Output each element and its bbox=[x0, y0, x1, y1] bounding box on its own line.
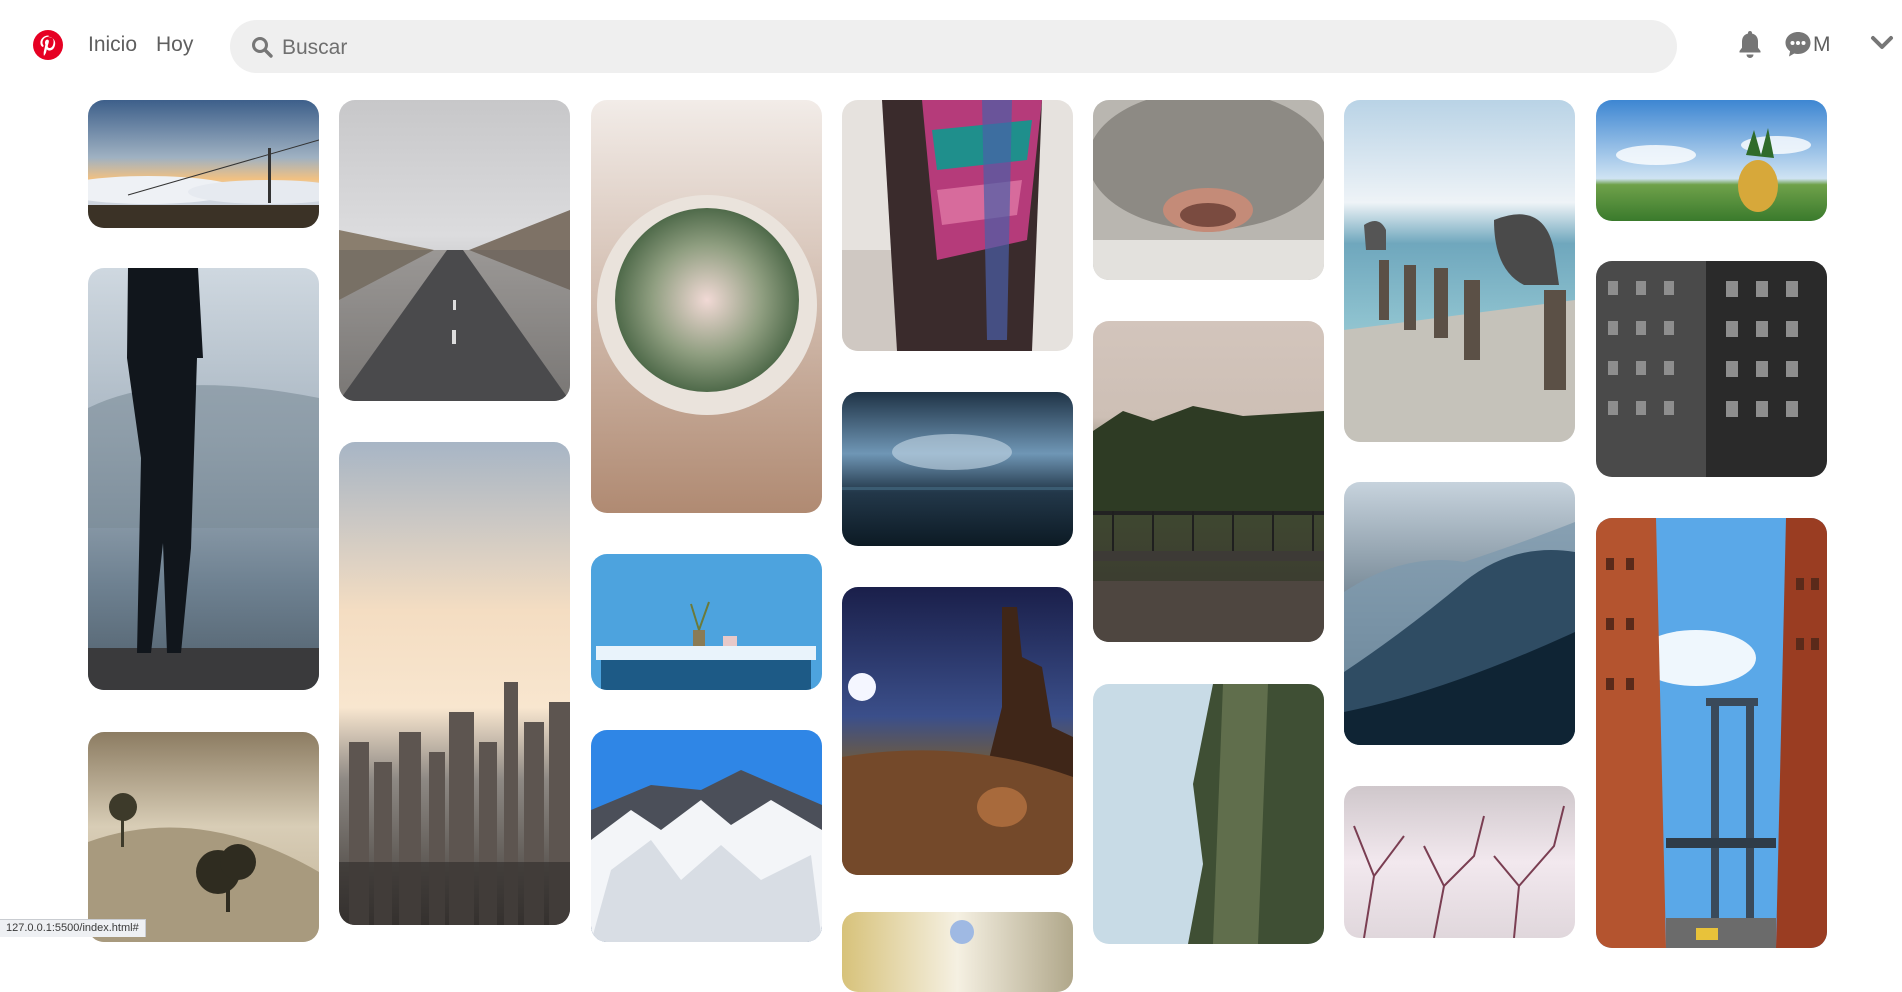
pin-card[interactable] bbox=[591, 554, 822, 690]
pin-image bbox=[1093, 684, 1324, 944]
pin-image bbox=[1093, 100, 1324, 280]
pin-card[interactable] bbox=[591, 730, 822, 942]
status-bar-url: 127.0.0.1:5500/index.html# bbox=[0, 919, 146, 937]
pin-card[interactable] bbox=[1596, 518, 1827, 948]
pin-card[interactable] bbox=[842, 392, 1073, 546]
pin-image bbox=[88, 268, 319, 690]
pin-image bbox=[842, 912, 1073, 992]
pin-card[interactable] bbox=[591, 100, 822, 513]
pin-image bbox=[842, 587, 1073, 875]
pin-grid bbox=[0, 0, 1902, 992]
pin-card[interactable] bbox=[842, 100, 1073, 351]
pin-card[interactable] bbox=[1093, 100, 1324, 280]
pin-image bbox=[842, 100, 1073, 351]
pin-card[interactable] bbox=[339, 442, 570, 925]
pin-card[interactable] bbox=[842, 587, 1073, 875]
pin-image bbox=[591, 100, 822, 513]
pin-image bbox=[1344, 482, 1575, 745]
pin-card[interactable] bbox=[1344, 786, 1575, 938]
pin-card[interactable] bbox=[88, 268, 319, 690]
pin-image bbox=[1596, 100, 1827, 221]
pin-image bbox=[591, 554, 822, 690]
pin-image bbox=[88, 100, 319, 228]
pin-image bbox=[1344, 100, 1575, 442]
pin-card[interactable] bbox=[1093, 321, 1324, 642]
pin-card[interactable] bbox=[842, 912, 1073, 992]
pin-card[interactable] bbox=[1344, 482, 1575, 745]
pin-image bbox=[339, 442, 570, 925]
pin-image bbox=[1596, 518, 1827, 948]
pin-card[interactable] bbox=[1344, 100, 1575, 442]
pin-card[interactable] bbox=[1093, 684, 1324, 944]
pin-image bbox=[1596, 261, 1827, 477]
pin-card[interactable] bbox=[88, 732, 319, 942]
pin-card[interactable] bbox=[88, 100, 319, 228]
pin-image bbox=[591, 730, 822, 942]
pin-image bbox=[339, 100, 570, 401]
pin-image bbox=[842, 392, 1073, 546]
pin-card[interactable] bbox=[339, 100, 570, 401]
pin-image bbox=[88, 732, 319, 942]
pin-image bbox=[1093, 321, 1324, 642]
pin-card[interactable] bbox=[1596, 261, 1827, 477]
pin-image bbox=[1344, 786, 1575, 938]
pin-card[interactable] bbox=[1596, 100, 1827, 221]
